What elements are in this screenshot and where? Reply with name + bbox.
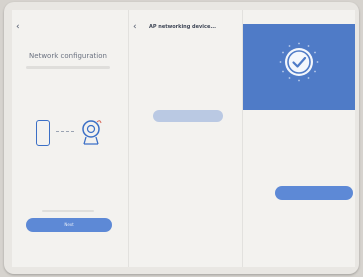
done-button[interactable] <box>275 186 353 200</box>
hint-text <box>42 210 94 212</box>
network-config-panel: ‹ Network configuration Next <box>12 10 124 267</box>
chevron-left-icon[interactable]: ‹ <box>133 22 137 32</box>
nav-title: AP networking device... <box>149 24 217 30</box>
ap-networking-panel: ‹ AP networking device... <box>128 10 239 267</box>
next-button[interactable]: Next <box>26 218 112 232</box>
status-bar <box>243 12 355 20</box>
connection-dashes <box>56 131 74 132</box>
tablet-frame: ‹ Network configuration Next ‹ AP networ… <box>4 2 359 274</box>
success-panel <box>242 10 355 267</box>
nav-bar: ‹ <box>12 22 124 36</box>
page-title: Network configuration <box>29 52 107 60</box>
subtitle-text <box>26 66 110 69</box>
info-row <box>259 144 346 150</box>
check-circle-icon <box>279 42 319 82</box>
nav-bar: ‹ AP networking device... <box>129 22 239 36</box>
info-row <box>259 158 346 164</box>
status-bar <box>12 12 124 20</box>
tablet-screen: ‹ Network configuration Next ‹ AP networ… <box>12 10 355 267</box>
success-hero <box>243 24 355 110</box>
disabled-action-button[interactable] <box>153 110 223 122</box>
info-row <box>259 172 346 178</box>
chevron-left-icon[interactable]: ‹ <box>16 22 20 32</box>
camera-icon <box>82 120 102 145</box>
phone-icon <box>36 120 50 146</box>
